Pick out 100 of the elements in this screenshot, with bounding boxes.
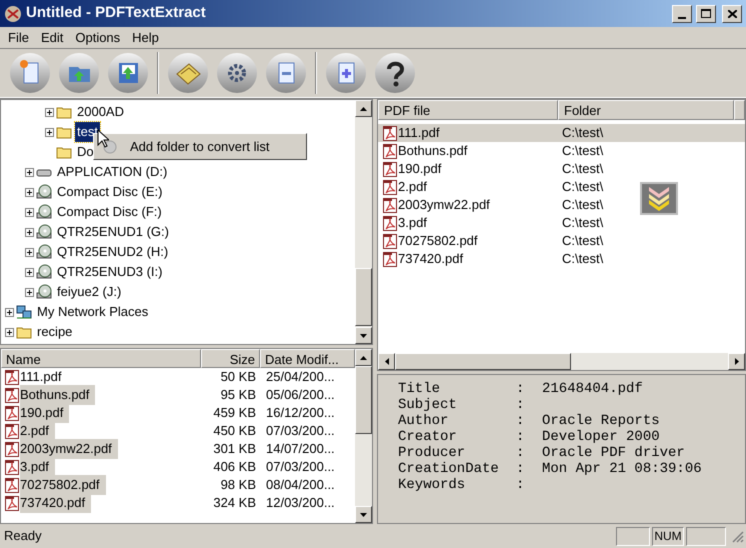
close-button[interactable] [722,4,742,22]
table-cell-text: 12/03/200... [265,494,336,512]
scrollbar[interactable] [378,353,745,370]
field-label: Title [398,381,442,397]
menu-item[interactable]: File [2,28,35,48]
pdf-file-icon [382,215,398,231]
tree-item[interactable]: Compact Disc (E:) [55,182,164,202]
file-name: 3.pdf [398,214,428,232]
expand-icon[interactable] [45,108,54,116]
scroll-thumb[interactable] [355,366,372,434]
menu-item[interactable]: Help [126,28,165,48]
pdf-file-icon [4,387,20,403]
field-value: Mon Apr 21 08:39:06 [542,461,702,477]
tree-item[interactable]: QTR25ENUD3 (I:) [55,262,164,282]
expand-icon[interactable] [25,268,34,276]
column-header[interactable]: Name [1,349,201,368]
expand-icon[interactable] [5,308,14,316]
folder-path: C:\test\ [562,250,604,268]
scroll-up-button[interactable] [355,100,372,117]
expand-icon[interactable] [25,228,34,236]
table-cell-text: 301 KB [212,440,257,458]
scroll-up-button[interactable] [355,349,372,366]
tree-item[interactable]: APPLICATION (D:) [55,162,170,182]
settings-button[interactable] [217,53,257,93]
field-label: Author [398,413,450,429]
menu-item[interactable]: Add folder to convert list [130,136,270,156]
expand-icon[interactable] [5,328,14,336]
table-cell-text: 14/07/200... [265,440,336,458]
list-row[interactable]: 70275802.pdf C:\test\ [378,232,745,250]
expand-icon[interactable] [25,248,34,256]
list-row[interactable]: Bothuns.pdf C:\test\ [378,142,745,160]
expand-icon[interactable] [25,188,34,196]
cd-drive-icon [36,244,52,260]
folder-path: C:\test\ [562,214,604,232]
list-row[interactable]: 111.pdf C:\test\ [378,124,745,142]
menu-item[interactable]: Edit [34,28,70,48]
pdf-file-icon [382,233,398,249]
file-name[interactable]: 2003ymw22.pdf [20,439,118,459]
file-name: 737420.pdf [398,250,464,268]
column-header[interactable]: Date Modif... [260,349,355,368]
expand-icon[interactable] [25,168,34,176]
list-row[interactable]: 2.pdf C:\test\ [378,178,745,196]
maximize-icon [701,9,711,18]
file-name[interactable]: 70275802.pdf [20,475,106,495]
open-folder-button[interactable] [59,53,99,93]
list-row[interactable]: 190.pdf C:\test\ [378,160,745,178]
folder-path: C:\test\ [562,160,604,178]
tree-item[interactable]: recipe [35,322,74,342]
table-cell-text: 16/12/200... [265,404,336,422]
tree-item[interactable]: Do [75,142,96,162]
scroll-down-button[interactable] [355,506,372,523]
add-document-button[interactable] [326,53,366,93]
tree-item[interactable]: feiyue2 (J:) [55,282,124,302]
file-name[interactable]: 737420.pdf [20,493,92,513]
field-label: CreationDate [398,461,500,477]
right-arrow-icon [734,358,738,365]
remove-document-button[interactable] [266,53,306,93]
pdf-file-icon [4,441,20,457]
help-button[interactable] [375,53,415,93]
status-indicator: NUM [652,526,684,546]
column-header[interactable]: Folder [558,100,734,120]
minimize-button[interactable] [672,4,692,22]
file-name[interactable]: 190.pdf [20,403,70,423]
tree-item[interactable]: QTR25ENUD1 (G:) [55,222,171,242]
list-row[interactable]: 2003ymw22.pdf C:\test\ [378,196,745,214]
expand-icon[interactable] [45,128,54,136]
scroll-thumb[interactable] [355,268,372,326]
scrollbar[interactable] [355,100,372,344]
scroll-right-button[interactable] [728,353,745,370]
table-cell-text: 08/04/200... [265,476,336,494]
cd-drive-icon [36,204,52,220]
folder-path: C:\test\ [562,178,604,196]
menu-item[interactable]: Options [69,28,126,48]
file-name[interactable]: 2.pdf [20,421,55,441]
scroll-left-button[interactable] [378,353,395,370]
scroll-thumb[interactable] [395,353,571,370]
resize-grip-icon [730,529,744,543]
chevrons-down-icon [648,186,670,212]
field-value: 21648404.pdf [542,381,643,397]
file-name[interactable]: 111.pdf [20,367,68,387]
scrollbar[interactable] [355,349,372,523]
list-row[interactable]: 737420.pdf C:\test\ [378,250,745,268]
tree-item[interactable]: My Network Places [35,302,150,322]
expand-icon[interactable] [25,208,34,216]
column-header[interactable]: PDF file [378,100,558,120]
new-document-button[interactable] [10,53,50,93]
colon: : [516,413,526,429]
tree-item[interactable]: QTR25ENUD2 (H:) [55,242,170,262]
tree-item[interactable]: 2000AD [75,102,126,122]
field-label: Producer [398,445,466,461]
scroll-down-button[interactable] [355,327,372,344]
file-name[interactable]: Bothuns.pdf [20,385,96,405]
expand-icon[interactable] [25,288,34,296]
column-header[interactable]: Size [201,349,260,368]
save-button[interactable] [108,53,148,93]
list-row[interactable]: 3.pdf C:\test\ [378,214,745,232]
file-name[interactable]: 3.pdf [20,457,55,477]
table-cell-text: 406 KB [212,458,257,476]
maximize-button[interactable] [696,4,716,22]
tree-item[interactable]: Compact Disc (F:) [55,202,164,222]
